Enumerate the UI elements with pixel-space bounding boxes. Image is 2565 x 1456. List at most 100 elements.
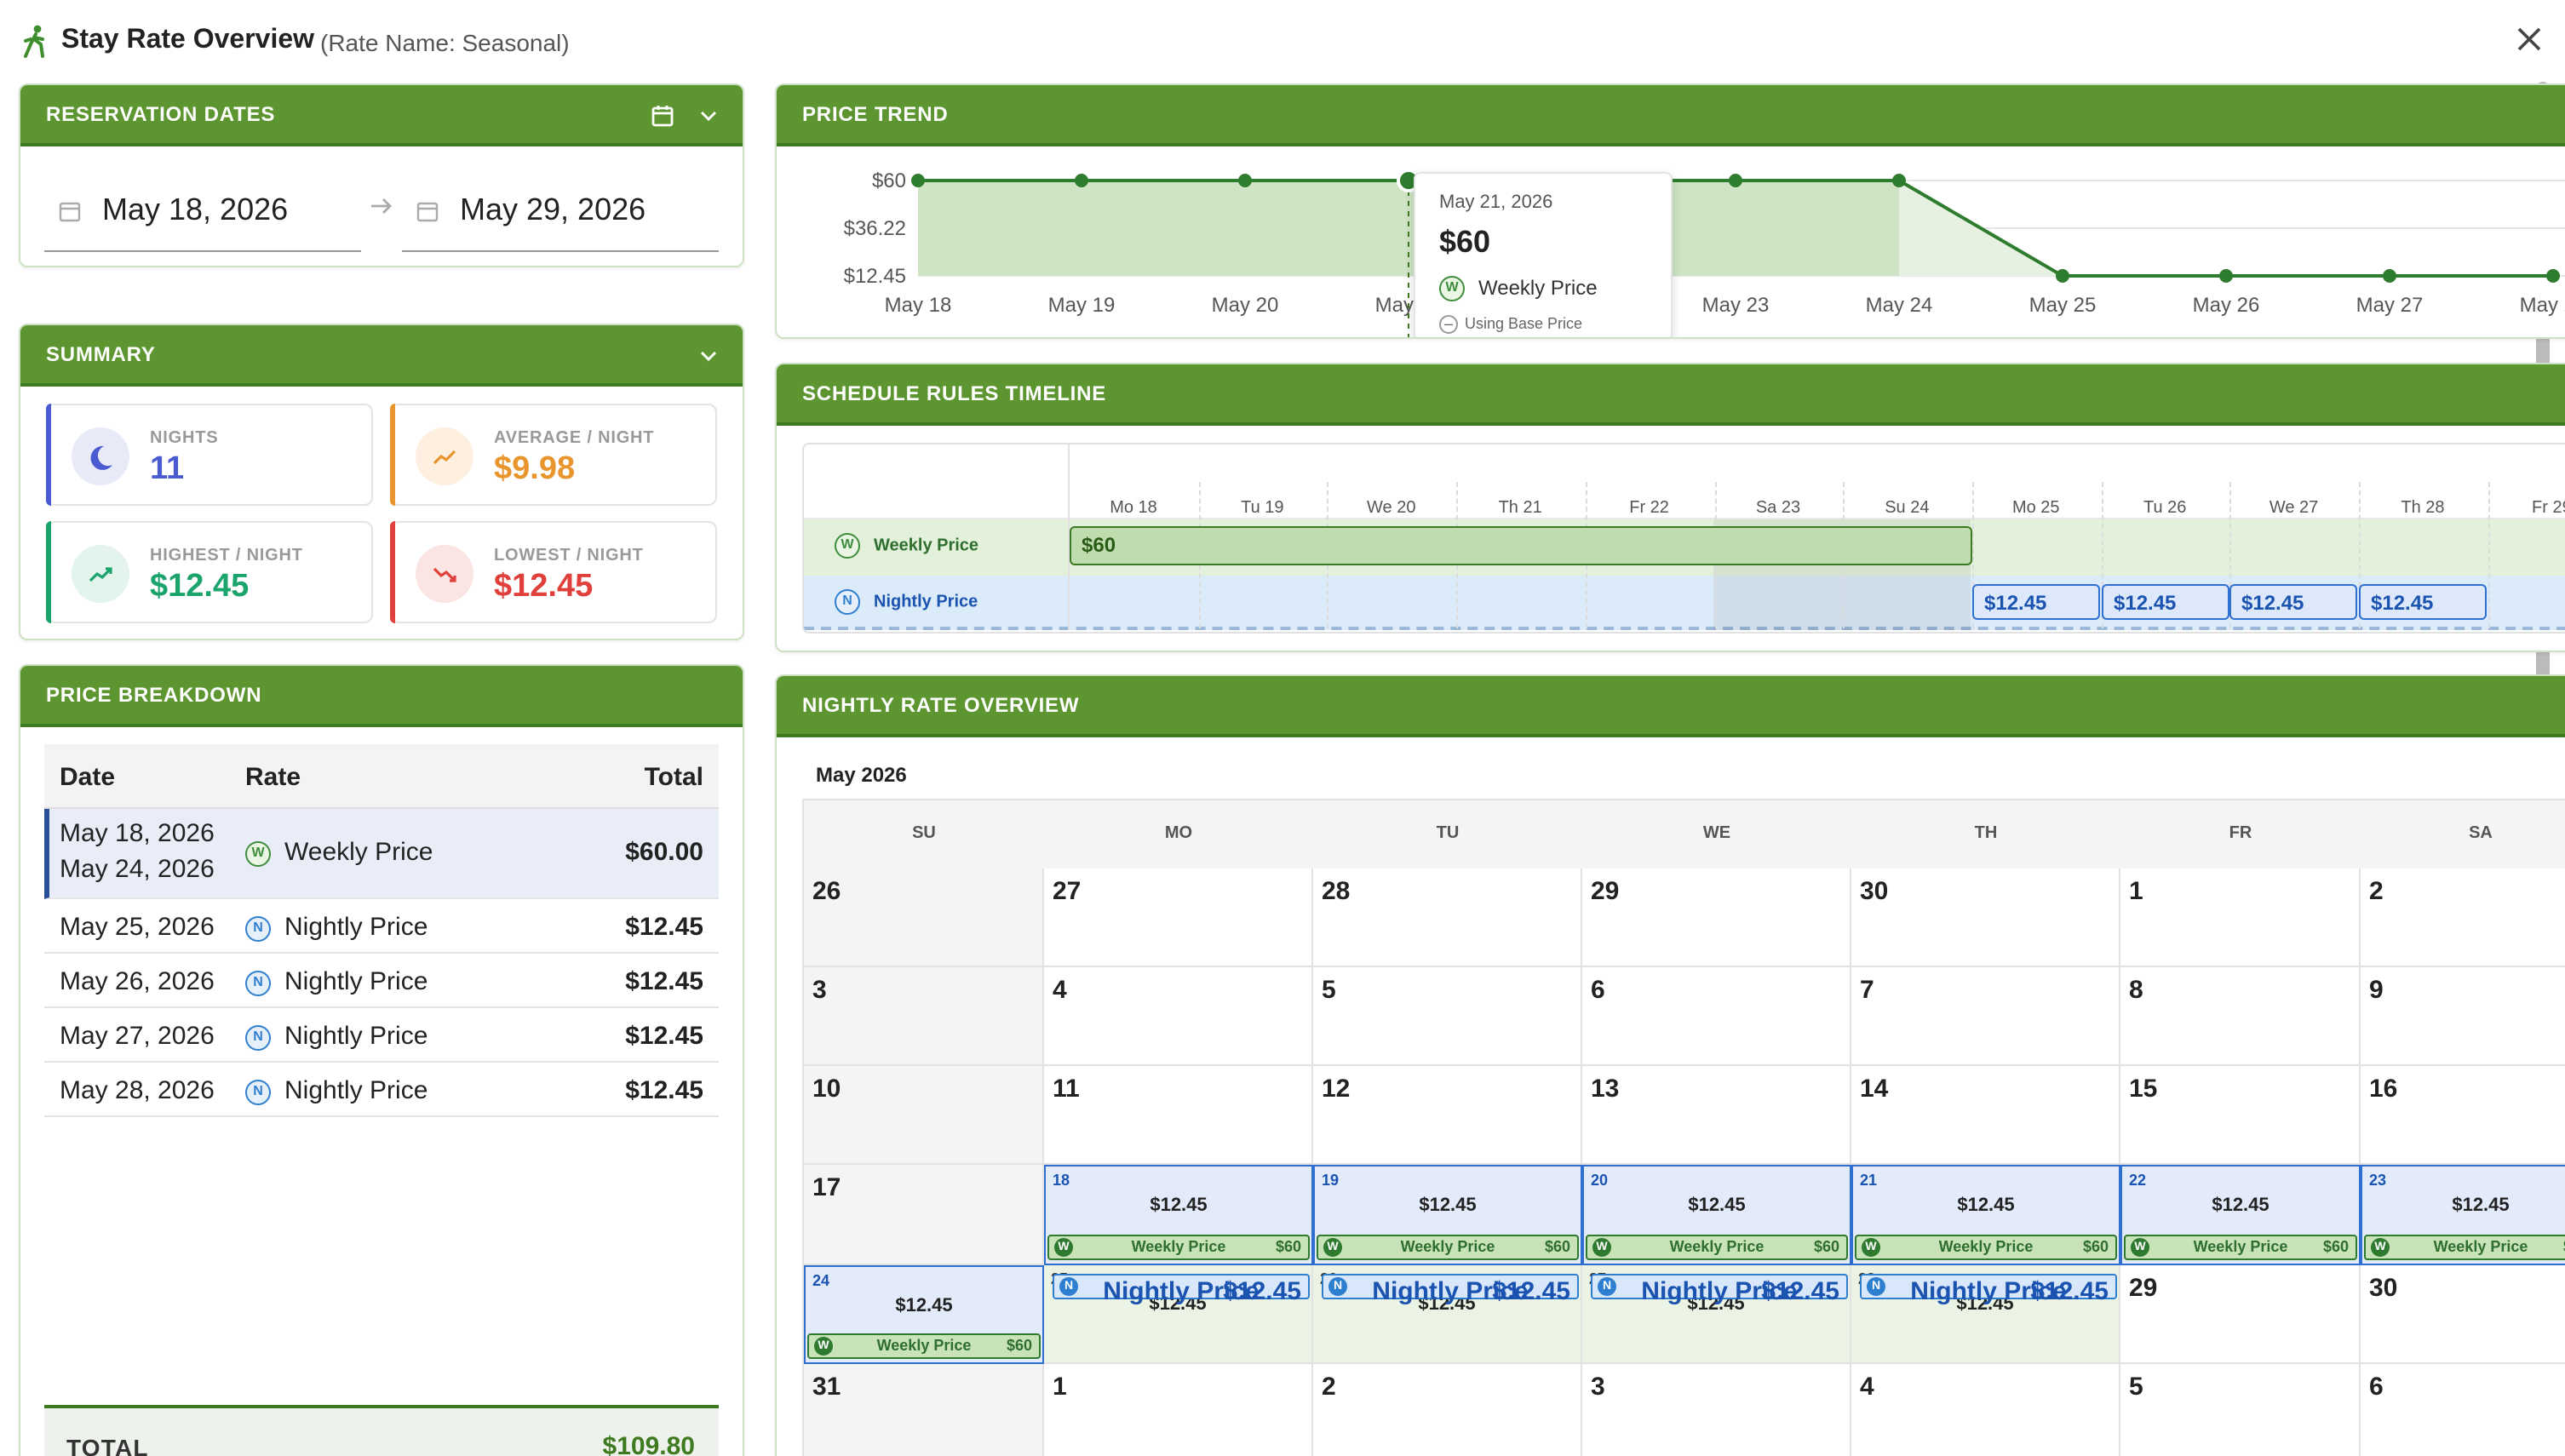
table-row[interactable]: May 18, 2026 May 24, 2026 W Weekly Price … xyxy=(44,809,719,899)
calendar-icon xyxy=(58,199,82,232)
highest-card: HIGHEST / NIGHT $12.45 xyxy=(46,521,373,623)
calendar-day-cell[interactable]: 31 xyxy=(804,1364,1044,1456)
column-header-rate: Rate xyxy=(245,763,301,792)
calendar-day-cell[interactable]: 30 xyxy=(2361,1265,2565,1364)
calendar-day-cell[interactable]: 5 xyxy=(2120,1364,2361,1456)
calendar-day-cell[interactable]: 4 xyxy=(1851,1364,2120,1456)
calendar-day-cell[interactable]: 11 xyxy=(1044,1066,1313,1165)
nightly-badge-icon: N xyxy=(245,915,271,942)
day-number: 2 xyxy=(2369,877,2384,906)
calendar-day-cell[interactable]: 1 xyxy=(2120,868,2361,967)
calendar-day-cell[interactable]: 7 xyxy=(1851,967,2120,1066)
calendar-day-cell[interactable]: 17 xyxy=(804,1165,1044,1265)
calendar-day-cell[interactable]: 22 $12.45 Weekly Price W $60 xyxy=(2120,1165,2361,1265)
calendar-day-cell[interactable]: 14 xyxy=(1851,1066,2120,1165)
day-number: 20 xyxy=(1591,1172,1609,1189)
calendar-day-cell[interactable]: 20 $12.45 Weekly Price W $60 xyxy=(1582,1165,1851,1265)
calendar-day-cell[interactable]: 30 xyxy=(1851,868,2120,967)
calendar-day-cell[interactable]: 6 xyxy=(2361,1364,2565,1456)
calendar-day-cell[interactable]: 27$12.45Nightly PriceN$12.45 xyxy=(1582,1265,1851,1364)
calendar-day-cell[interactable]: 28$12.45Nightly PriceN$12.45 xyxy=(1851,1265,2120,1364)
x-tick-label: May 18 xyxy=(885,294,952,317)
lowest-value: $12.45 xyxy=(494,569,594,605)
calendar-day-cell[interactable]: 24 $12.45 Weekly Price W $60 xyxy=(804,1265,1044,1364)
weekly-badge-icon: W xyxy=(1862,1238,1880,1257)
calendar-day-cell[interactable]: 3 xyxy=(804,967,1044,1066)
nights-card: NIGHTS 11 xyxy=(46,404,373,506)
modal-header: Stay Rate Overview (Rate Name: Seasonal) xyxy=(0,0,2565,82)
calendar-day-cell[interactable]: 9 xyxy=(2361,967,2565,1066)
calendar-day-cell[interactable]: 4 xyxy=(1044,967,1313,1066)
calendar-day-cell[interactable]: 8 xyxy=(2120,967,2361,1066)
timeline-day-label: Th 21 xyxy=(1498,499,1542,518)
calendar-day-cell[interactable]: 19 $12.45 Weekly Price W $60 xyxy=(1313,1165,1582,1265)
nightly-price-chip[interactable]: $12.45 xyxy=(2359,584,2487,620)
calendar-day-cell[interactable]: 29 xyxy=(2120,1265,2361,1364)
start-date-field[interactable]: May 18, 2026 xyxy=(44,184,361,252)
calendar-day-cell[interactable]: 18 $12.45 Weekly Price W $60 xyxy=(1044,1165,1313,1265)
calendar-day-cell[interactable]: 26$12.45Nightly PriceN$12.45 xyxy=(1313,1265,1582,1364)
calendar-day-cell[interactable]: 23$12.45Weekly PriceW$60 xyxy=(2361,1165,2565,1265)
day-price: $12.45 xyxy=(2452,1195,2510,1216)
table-row[interactable]: May 25, 2026 N Nightly Price $12.45 xyxy=(44,899,719,954)
timeline-day-label: Tu 26 xyxy=(2143,499,2187,518)
trending-down-icon xyxy=(416,545,473,603)
nightly-price-chip[interactable]: $12.45 xyxy=(2229,584,2357,620)
nightly-badge-icon: N xyxy=(245,1024,271,1051)
calendar-day-cell[interactable]: 1 xyxy=(1044,1364,1313,1456)
calendar-day-cell[interactable]: 21 $12.45 Weekly Price W $60 xyxy=(1851,1165,2120,1265)
table-row[interactable]: May 27, 2026 N Nightly Price $12.45 xyxy=(44,1008,719,1063)
panel-title: SCHEDULE RULES TIMELINE xyxy=(802,381,1107,405)
row-rate: Weekly Price xyxy=(284,838,433,867)
table-row[interactable]: May 26, 2026 N Nightly Price $12.45 xyxy=(44,954,719,1008)
day-number: 13 xyxy=(1591,1075,1620,1103)
calendar-day-cell[interactable]: 26 xyxy=(804,868,1044,967)
day-number: 9 xyxy=(2369,976,2384,1005)
calendar-day-cell[interactable]: 10 xyxy=(804,1066,1044,1165)
calendar-icon[interactable] xyxy=(651,104,674,133)
calendar-day-cell[interactable]: 6 xyxy=(1582,967,1851,1066)
chevron-down-icon[interactable] xyxy=(698,106,719,131)
panel-header: PRICE BREAKDOWN xyxy=(20,666,743,727)
day-number: 6 xyxy=(2369,1373,2384,1402)
day-number: 29 xyxy=(1591,877,1620,906)
rate-badge: Weekly PriceW$60 xyxy=(2364,1235,2565,1260)
day-number: 27 xyxy=(1053,877,1082,906)
calendar-day-cell[interactable]: 5 xyxy=(1313,967,1582,1066)
day-price: $12.45 xyxy=(1957,1195,2015,1216)
calendar-day-cell[interactable]: 13 xyxy=(1582,1066,1851,1165)
card-label: AVERAGE / NIGHT xyxy=(494,429,655,448)
close-icon[interactable] xyxy=(2517,27,2541,60)
rate-badge: Weekly PriceW$60 xyxy=(1855,1235,2117,1260)
calendar-day-cell[interactable]: 27 xyxy=(1044,868,1313,967)
chevron-down-icon[interactable] xyxy=(698,346,719,371)
y-tick-label: $12.45 xyxy=(844,265,906,288)
day-number: 5 xyxy=(2129,1373,2143,1402)
day-number: 29 xyxy=(2129,1274,2158,1303)
x-tick-label: May 25 xyxy=(2029,294,2097,317)
nightly-price-chip[interactable]: $12.45 xyxy=(2102,584,2229,620)
day-price: $12.45 xyxy=(895,1296,953,1316)
calendar-day-cell[interactable]: 15 xyxy=(2120,1066,2361,1165)
calendar-day-cell[interactable]: 16 xyxy=(2361,1066,2565,1165)
end-date-field[interactable]: May 29, 2026 xyxy=(402,184,719,252)
calendar-day-cell[interactable]: 3 xyxy=(1582,1364,1851,1456)
calendar-day-cell[interactable]: 28 xyxy=(1313,868,1582,967)
data-point xyxy=(1892,174,1906,187)
table-row[interactable]: May 28, 2026 N Nightly Price $12.45 xyxy=(44,1063,719,1117)
timeline-day-label: Th 28 xyxy=(2401,499,2445,518)
timeline-day-label: Su 24 xyxy=(1885,499,1930,518)
calendar-day-cell[interactable]: 25$12.45Nightly PriceN$12.45 xyxy=(1044,1265,1313,1364)
calendar-day-cell[interactable]: 29 xyxy=(1582,868,1851,967)
calendar-day-cell[interactable]: 2 xyxy=(1313,1364,1582,1456)
day-price: $12.45 xyxy=(2212,1195,2269,1216)
column-header-date: Date xyxy=(60,763,116,792)
data-point xyxy=(1075,174,1088,187)
rate-label: Weekly Price xyxy=(2433,1238,2528,1255)
calendar-day-cell[interactable]: 2 xyxy=(2361,868,2565,967)
timeline-grid: Mo 18 Tu 19 We 20 Th 21 Fr 22 Sa 23 Su 24 Mo 25… xyxy=(802,443,2565,633)
calendar-day-cell[interactable]: 12 xyxy=(1313,1066,1582,1165)
nightly-price-chip[interactable]: $12.45 xyxy=(1972,584,2100,620)
weekly-price-bar[interactable]: $60 xyxy=(1070,526,1972,565)
row-rate: Nightly Price xyxy=(284,913,428,942)
